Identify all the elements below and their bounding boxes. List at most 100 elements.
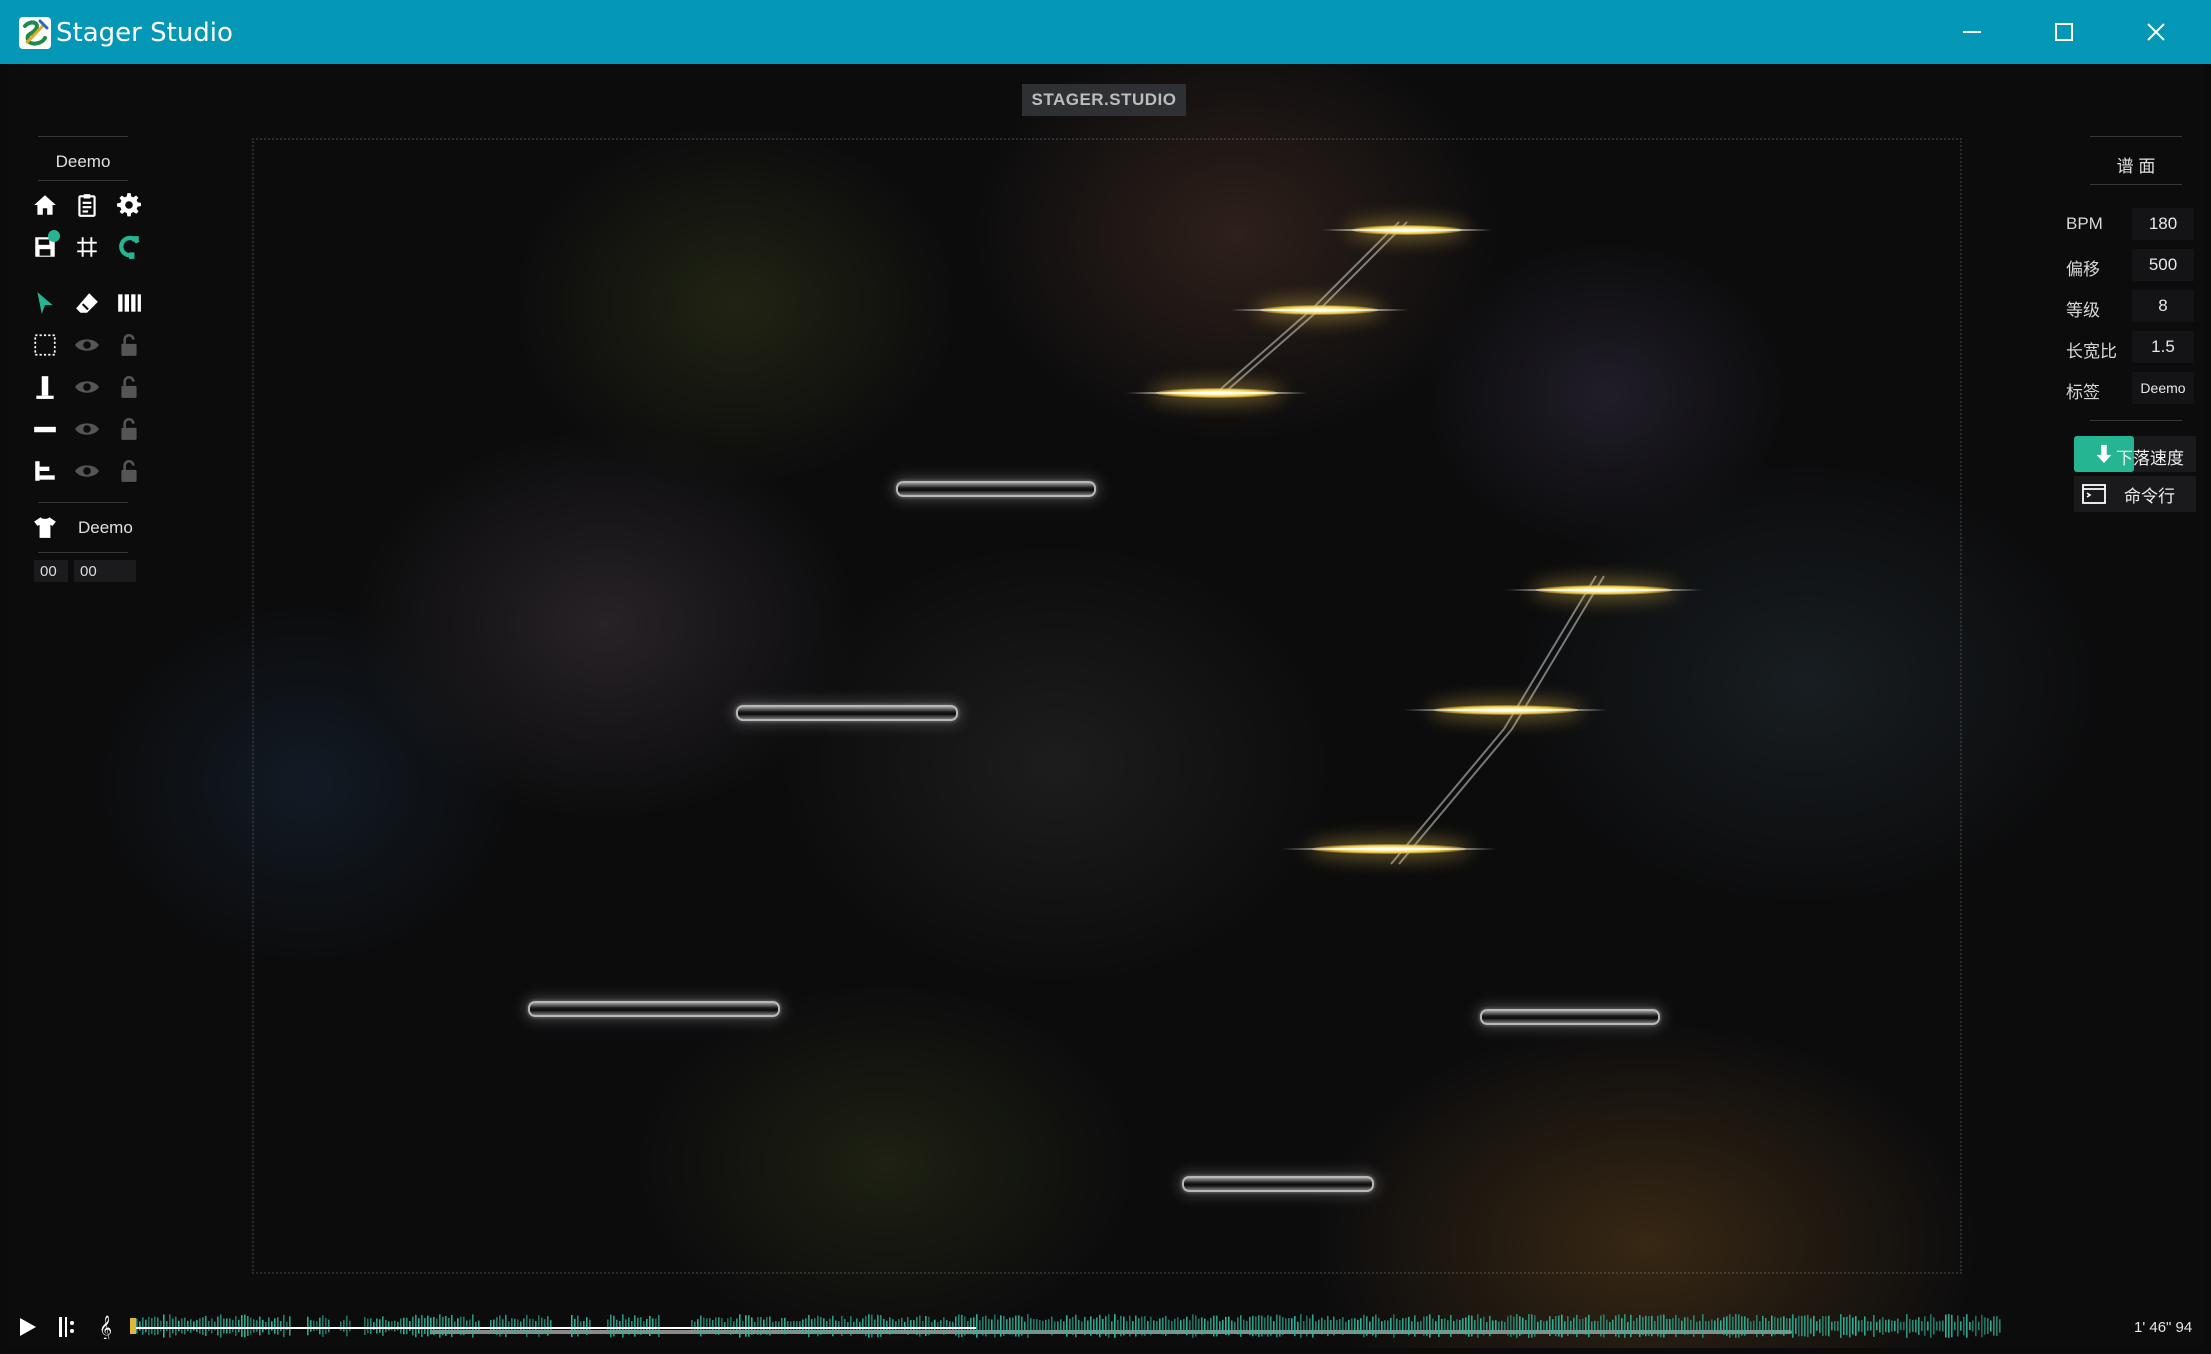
waveform-bar xyxy=(1384,1320,1386,1332)
waveform-bar xyxy=(1828,1315,1830,1337)
layer-stage[interactable] xyxy=(30,330,60,360)
layer-track-lock[interactable] xyxy=(114,372,144,402)
property-ratio: 长宽比 1.5 xyxy=(2066,331,2196,365)
layer-track-visibility[interactable] xyxy=(72,372,102,402)
waveform-bar xyxy=(901,1317,903,1335)
maximize-button[interactable] xyxy=(2018,0,2110,64)
skin-button[interactable] xyxy=(30,512,60,542)
waveform-bar xyxy=(1594,1320,1596,1332)
waveform-bar xyxy=(1537,1321,1539,1331)
waveform-bar xyxy=(496,1317,498,1335)
save-button[interactable] xyxy=(30,230,60,262)
note-normal[interactable] xyxy=(1182,1176,1374,1192)
waveform-bar xyxy=(196,1320,198,1332)
waveform-bar xyxy=(424,1318,426,1334)
music-button[interactable]: 𝄞 xyxy=(92,1312,122,1342)
fall-speed-button[interactable]: 下落速度 xyxy=(2074,436,2196,472)
waveform-bar xyxy=(1282,1317,1284,1335)
waveform-bar xyxy=(712,1320,714,1332)
waveform-bar xyxy=(139,1321,141,1331)
waveform-bar xyxy=(706,1318,708,1334)
grid-button[interactable] xyxy=(72,232,102,262)
home-button[interactable] xyxy=(30,190,60,220)
tag-input[interactable]: Deemo xyxy=(2132,372,2194,404)
waveform-bar xyxy=(1255,1316,1257,1336)
waveform-bar xyxy=(865,1315,867,1337)
counter-b[interactable]: 00 xyxy=(74,560,136,582)
waveform-bar xyxy=(1090,1316,1092,1336)
layer-stage-lock[interactable] xyxy=(114,330,144,360)
waveform-bar xyxy=(1822,1316,1824,1336)
waveform-bar xyxy=(613,1315,615,1337)
level-input[interactable]: 8 xyxy=(2132,290,2194,322)
waveform-bar xyxy=(874,1319,876,1333)
layer-note-lock[interactable] xyxy=(114,414,144,444)
editor-workspace[interactable]: STAGER.STUDIO Deemo Deemo 00 00 谱 面 BPM … xyxy=(6,64,2205,1348)
waveform-bar xyxy=(1705,1321,1707,1331)
bars-tool[interactable] xyxy=(114,288,144,318)
note-slide[interactable] xyxy=(1126,388,1308,398)
title-bar[interactable]: Stager Studio xyxy=(0,0,2211,64)
property-offset: 偏移 500 xyxy=(2066,249,2196,283)
waveform-bar xyxy=(541,1317,543,1335)
note-slide[interactable] xyxy=(1230,305,1408,315)
unsaved-dot xyxy=(48,230,60,242)
waveform-bar xyxy=(1204,1318,1206,1334)
stage-frame[interactable] xyxy=(252,138,1962,1274)
property-label: 长宽比 xyxy=(2066,342,2117,361)
layer-timing-visibility[interactable] xyxy=(72,456,102,486)
waveform-bar xyxy=(1957,1315,1959,1337)
select-tool[interactable] xyxy=(30,288,60,318)
layer-note[interactable] xyxy=(30,414,60,444)
waveform-bar xyxy=(1615,1315,1617,1337)
note-normal[interactable] xyxy=(896,481,1096,497)
waveform-bar xyxy=(400,1318,402,1334)
magnet-button[interactable] xyxy=(114,232,144,262)
waveform-bar xyxy=(406,1317,408,1335)
waveform-bar xyxy=(376,1318,378,1334)
waveform-bar xyxy=(1018,1315,1020,1337)
layer-timing-lock[interactable] xyxy=(114,456,144,486)
clipboard-button[interactable] xyxy=(72,190,102,220)
bpm-input[interactable]: 180 xyxy=(2132,208,2194,240)
waveform-bar xyxy=(1666,1318,1668,1334)
waveform[interactable] xyxy=(130,1314,2010,1338)
waveform-bar xyxy=(1783,1316,1785,1336)
waveform-bar xyxy=(1741,1316,1743,1336)
ratio-input[interactable]: 1.5 xyxy=(2132,331,2194,363)
waveform-bar xyxy=(1969,1321,1971,1331)
waveform-bar xyxy=(709,1318,711,1334)
offset-input[interactable]: 500 xyxy=(2132,249,2194,281)
play-button[interactable] xyxy=(12,1312,42,1342)
command-button[interactable]: 命令行 xyxy=(2074,476,2196,512)
waveform-bar xyxy=(1984,1317,1986,1335)
waveform-bar xyxy=(1462,1318,1464,1334)
note-bar-icon xyxy=(34,426,56,433)
waveform-bar xyxy=(1216,1315,1218,1337)
minimize-button[interactable] xyxy=(1926,0,2018,64)
waveform-bar xyxy=(418,1318,420,1334)
note-slide[interactable] xyxy=(1322,225,1492,235)
eye-icon xyxy=(75,465,99,477)
note-slide[interactable] xyxy=(1506,585,1702,595)
bookmark-button[interactable] xyxy=(52,1312,82,1342)
settings-button[interactable] xyxy=(114,190,144,220)
waveform-bar xyxy=(175,1316,177,1336)
waveform-bar xyxy=(1006,1319,1008,1333)
note-normal[interactable] xyxy=(1480,1009,1660,1025)
close-button[interactable] xyxy=(2110,0,2202,64)
note-normal[interactable] xyxy=(528,1001,780,1017)
layer-stage-visibility[interactable] xyxy=(72,330,102,360)
waveform-bar xyxy=(766,1317,768,1335)
eraser-tool[interactable] xyxy=(72,288,102,318)
note-slide[interactable] xyxy=(1282,844,1496,854)
layer-note-visibility[interactable] xyxy=(72,414,102,444)
waveform-bar xyxy=(979,1320,981,1332)
layer-track[interactable] xyxy=(30,372,60,402)
layer-timing[interactable] xyxy=(30,456,60,486)
waveform-bar xyxy=(1258,1315,1260,1337)
waveform-bar xyxy=(1921,1321,1923,1331)
note-slide[interactable] xyxy=(1404,705,1608,715)
counter-a[interactable]: 00 xyxy=(34,560,68,582)
note-normal[interactable] xyxy=(736,705,958,721)
